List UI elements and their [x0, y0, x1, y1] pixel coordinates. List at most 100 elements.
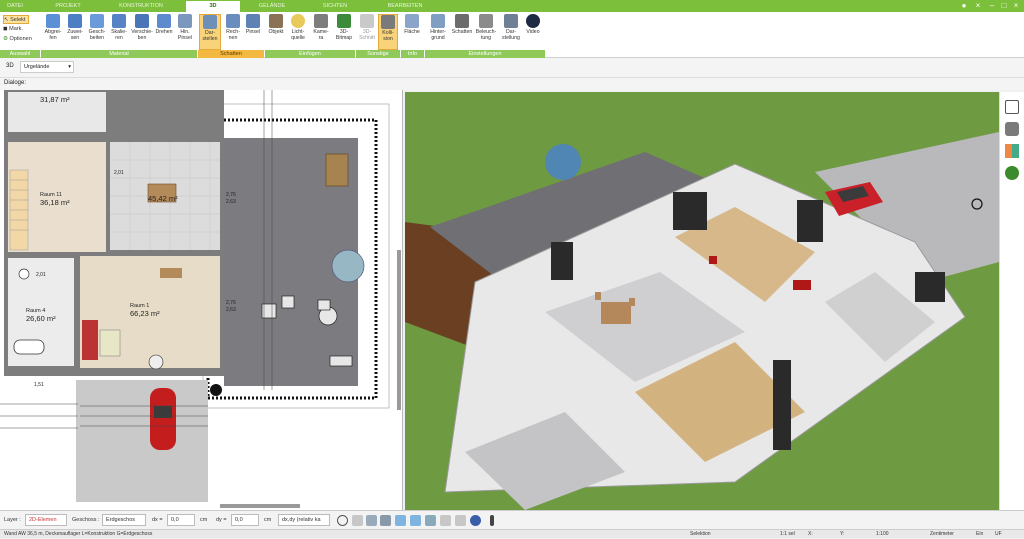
cursor-line-icon[interactable] — [490, 515, 494, 526]
close-icon[interactable]: × — [972, 0, 984, 12]
lichtquelle-button[interactable]: Licht- quelle — [287, 14, 309, 50]
plant-symbol — [148, 354, 164, 370]
schatten-button[interactable]: Schatten — [450, 14, 474, 50]
parasol — [331, 249, 365, 283]
beleuchtung-button[interactable]: Beleuch- tung — [474, 14, 498, 50]
verschieben-label: Verschie- ben — [131, 29, 153, 41]
group-sonstige: Sonstige — [356, 50, 400, 58]
objekt-button[interactable]: Objekt — [266, 14, 286, 50]
rechnen-button[interactable]: Rech- nen — [222, 14, 244, 50]
maximize-icon[interactable]: □ — [998, 0, 1010, 12]
3d-schnitt-button[interactable]: 3D- Schnitt — [357, 14, 377, 50]
room-label-11: Raum 11 36,18 m² — [40, 192, 70, 206]
help-icon[interactable]: ● — [958, 0, 970, 12]
layer-select[interactable]: 2D-Elemen — [25, 514, 67, 526]
chair-catalog-icon[interactable] — [1005, 122, 1019, 136]
drehen-button[interactable]: Drehen — [154, 14, 174, 50]
house-shadow-icon — [455, 14, 469, 28]
kollision-label: Kolli- sion — [382, 30, 394, 42]
angle-icon[interactable] — [410, 515, 421, 526]
red-chair-3d — [709, 256, 717, 264]
tab-konstruktion[interactable]: KONSTRUKTION — [105, 1, 177, 12]
plan-horizontal-scrollbar[interactable] — [220, 504, 300, 508]
darstellung-button[interactable]: Dar- stellung — [499, 14, 523, 50]
zuweisen-button[interactable]: Zuwei- sen — [64, 14, 86, 50]
mark-icon: ◼ — [3, 26, 8, 32]
catch-icon[interactable] — [425, 515, 436, 526]
select-label: Selekt — [10, 17, 26, 23]
calculate-icon — [226, 14, 240, 28]
darstellen-button[interactable]: Dar- stellen — [199, 14, 221, 50]
3d-bitmap-label: 3D- Bitmap — [335, 29, 353, 41]
hintergrund-button[interactable]: Hinter- grund — [426, 14, 450, 50]
play-icon — [526, 14, 540, 28]
grid-icon[interactable] — [352, 515, 363, 526]
darstellung-label: Dar- stellung — [502, 29, 520, 41]
kitchen-island — [99, 329, 121, 357]
shadow-display-icon — [203, 15, 217, 29]
flaeche-button[interactable]: Fläche — [402, 14, 422, 50]
plan-vertical-scrollbar[interactable] — [397, 250, 401, 410]
snap-icon[interactable] — [366, 515, 377, 526]
section-cut-icon — [360, 14, 374, 28]
chevron-down-icon: ▾ — [68, 64, 71, 70]
options-button[interactable]: ⚙ Optionen — [3, 35, 32, 44]
dimension-label-3: 2,76 2,63 — [226, 300, 236, 313]
bearbeiten-label: Gesch- beiten — [88, 29, 106, 41]
toilet — [18, 268, 30, 280]
options-label: Optionen — [9, 36, 32, 42]
kamera-button[interactable]: Kame- ra — [310, 14, 332, 50]
pinsel-button[interactable]: Pinsel — [244, 14, 262, 50]
video-button[interactable]: Video — [523, 14, 543, 50]
tab-3d[interactable]: 3D — [186, 1, 240, 12]
floor-label: Geschoss : — [72, 517, 100, 523]
schatten-label: Schatten — [451, 29, 473, 35]
coordinate-mode-select[interactable]: dx,dy (relativ kа — [278, 514, 330, 526]
tab-sichten[interactable]: SICHTEN — [305, 1, 365, 12]
staircase — [9, 169, 29, 251]
minimize-icon[interactable]: – — [986, 0, 998, 12]
dy-input[interactable]: 0,0 — [231, 514, 259, 526]
measure-icon[interactable] — [380, 515, 391, 526]
room-1-area: 66,23 m² — [130, 309, 160, 318]
layers-icon[interactable] — [1005, 100, 1019, 114]
floor-select[interactable]: Erdgeschos — [102, 514, 146, 526]
floor-plan-2d-view[interactable]: 31,87 m² Raum 11 36,18 m² 45,42 m² Raum 1… — [0, 90, 403, 510]
3d-view[interactable] — [405, 92, 999, 510]
plant-catalog-icon[interactable] — [1005, 166, 1019, 180]
group-schatten: Schatten — [198, 50, 264, 58]
mark-button[interactable]: ◼ Mark. — [3, 25, 23, 34]
select-button[interactable]: ↖ Selekt — [3, 15, 29, 24]
kollision-button[interactable]: Kolli- sion — [378, 14, 398, 50]
verschieben-button[interactable]: Verschie- ben — [130, 14, 154, 50]
tab-gelaende[interactable]: GELÄNDE — [245, 1, 299, 12]
terrain-select[interactable]: Urgelände ▾ — [20, 61, 74, 73]
kamera-label: Kame- ra — [313, 29, 329, 41]
tab-datei[interactable]: DATEI — [0, 1, 30, 12]
dx-input[interactable]: 0,0 — [167, 514, 195, 526]
hin-pinsel-button[interactable]: Hin. Pinsel — [174, 14, 196, 50]
dy-label: dy = — [216, 517, 227, 523]
dimension-label-1: 2,01 — [114, 170, 124, 176]
tab-bearbeiten[interactable]: BEARBEITEN — [370, 1, 440, 12]
list-icon[interactable] — [455, 515, 466, 526]
dy-unit: cm — [264, 517, 272, 523]
ortho-icon[interactable] — [395, 515, 406, 526]
dx-label: dx = — [152, 517, 163, 523]
status-bar: Wand AW 36,5 m, Deckenauflager L=Konstru… — [0, 529, 1024, 538]
close-window-icon[interactable]: × — [1010, 0, 1022, 12]
scale-icon — [112, 14, 126, 28]
tab-projekt[interactable]: PROJEKT — [48, 1, 88, 12]
n-badge-icon[interactable] — [470, 515, 481, 526]
abgreifen-button[interactable]: Abgrei- fen — [42, 14, 64, 50]
3d-schnitt-label: 3D- Schnitt — [359, 29, 375, 41]
bearbeiten-button[interactable]: Gesch- beiten — [86, 14, 108, 50]
room-label-1: Raum 1 66,23 m² — [130, 303, 160, 317]
brush-icon — [246, 14, 260, 28]
skalieren-button[interactable]: Skalie- ren — [108, 14, 130, 50]
materials-icon[interactable] — [1005, 144, 1019, 158]
table-icon[interactable] — [440, 515, 451, 526]
clock-icon[interactable] — [337, 515, 348, 526]
red-sofa-3d — [793, 280, 811, 290]
3d-bitmap-button[interactable]: 3D- Bitmap — [333, 14, 355, 50]
